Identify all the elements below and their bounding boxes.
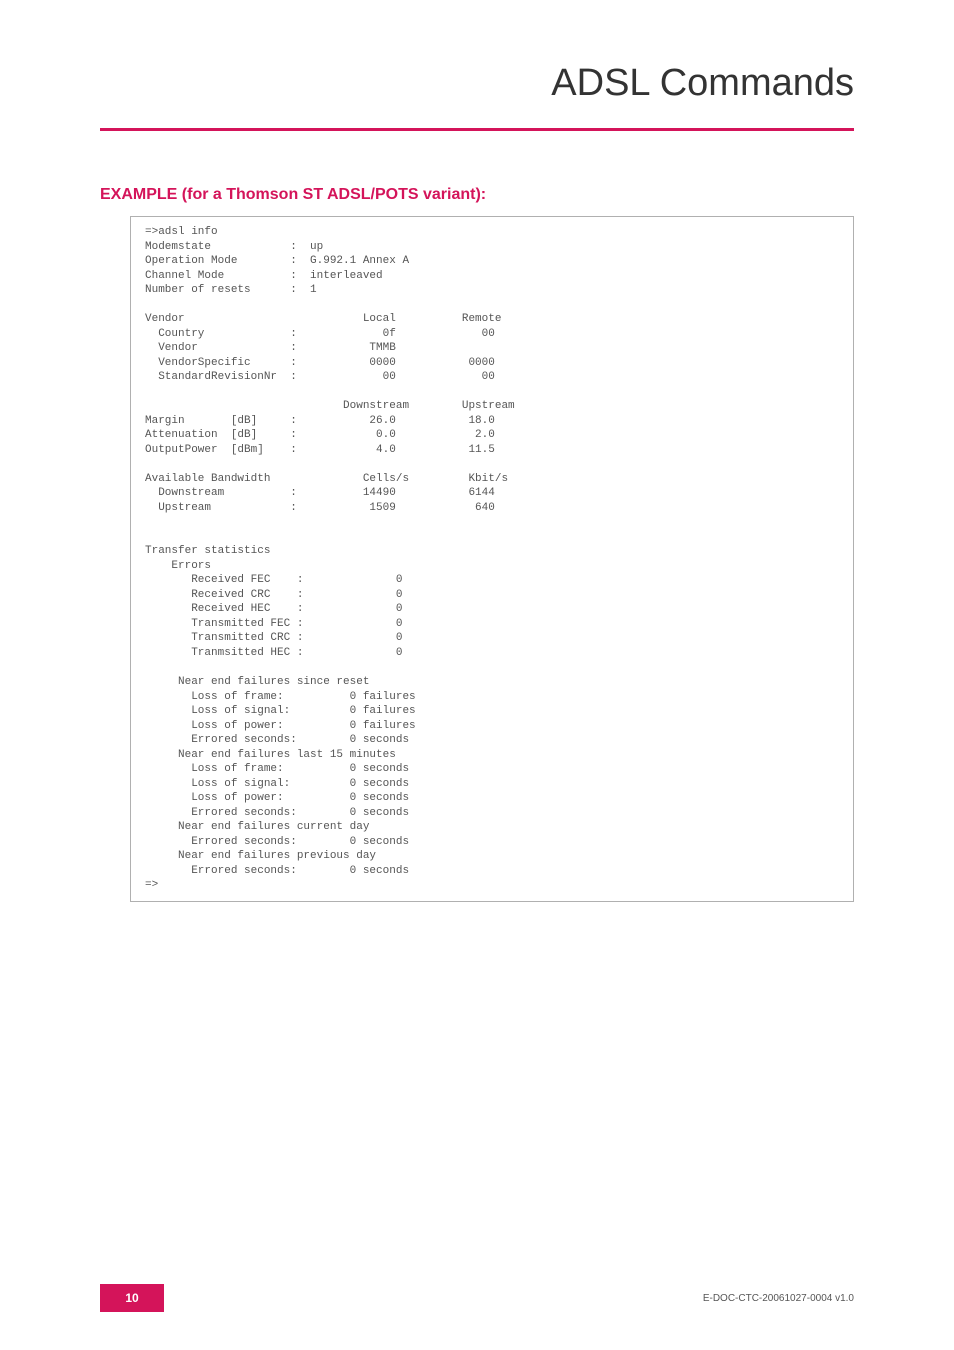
code-output-box: =>adsl info Modemstate : up Operation Mo… bbox=[130, 216, 854, 902]
page-number-tab: 10 bbox=[100, 1284, 164, 1312]
header-rule bbox=[100, 128, 854, 131]
example-heading: EXAMPLE (for a Thomson ST ADSL/POTS vari… bbox=[100, 186, 486, 204]
doc-id: E-DOC-CTC-20061027-0004 v1.0 bbox=[703, 1293, 854, 1304]
chapter-title: ADSL Commands bbox=[551, 62, 854, 105]
